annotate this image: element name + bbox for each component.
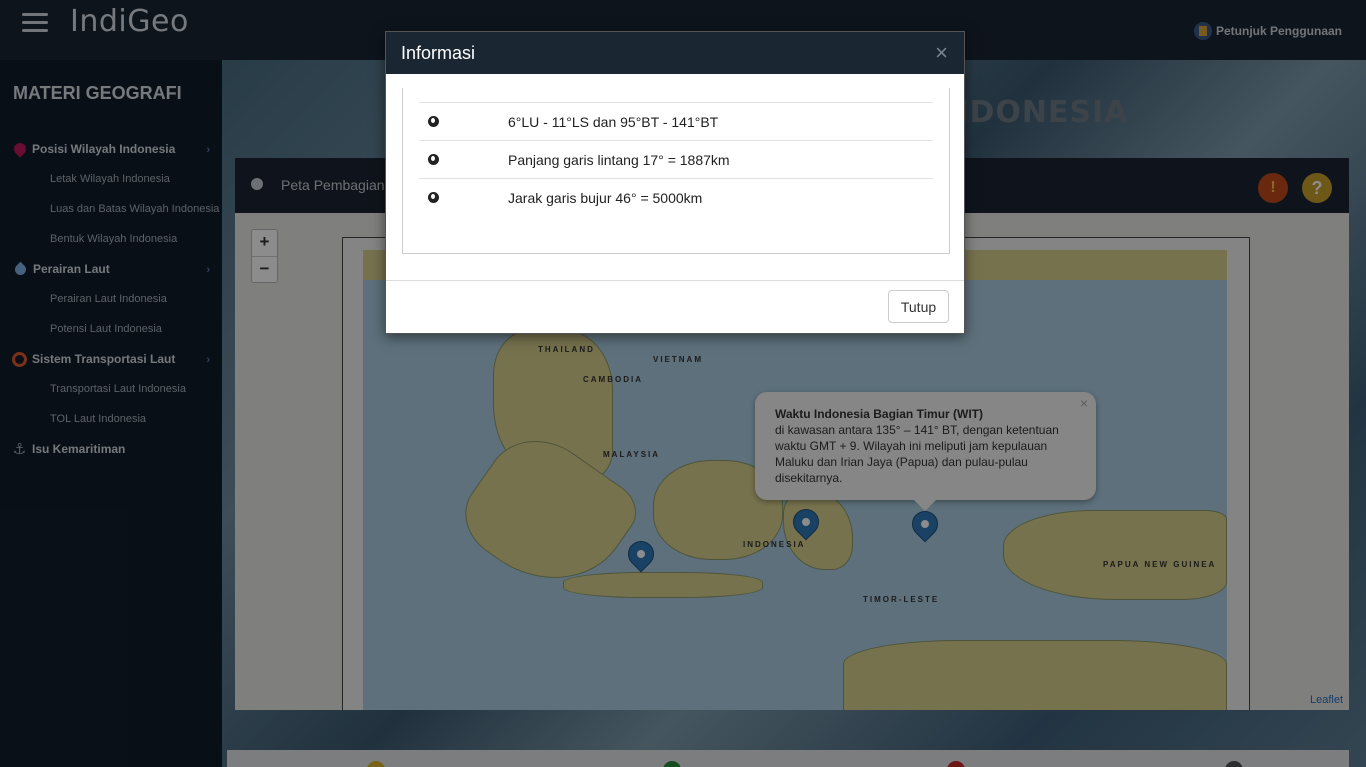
info-row: Jarak garis bujur 46° = 5000km [419, 178, 933, 216]
modal-footer: Tutup [386, 280, 964, 333]
globe-icon [428, 154, 439, 165]
info-modal: Informasi × 6°LU - 11°LS dan 95°BT - 141… [385, 31, 965, 334]
modal-body: 6°LU - 11°LS dan 95°BT - 141°BT Panjang … [402, 88, 950, 254]
info-row-text: 6°LU - 11°LS dan 95°BT - 141°BT [508, 114, 719, 130]
close-icon[interactable]: × [935, 32, 948, 74]
modal-title: Informasi [401, 43, 476, 63]
globe-icon [428, 192, 439, 203]
info-row: Panjang garis lintang 17° = 1887km [419, 140, 933, 178]
info-row-text: Jarak garis bujur 46° = 5000km [508, 190, 703, 206]
globe-icon [428, 116, 439, 127]
modal-header: Informasi × [386, 32, 964, 74]
info-row: 6°LU - 11°LS dan 95°BT - 141°BT [419, 102, 933, 140]
info-row-text: Panjang garis lintang 17° = 1887km [508, 152, 730, 168]
close-button[interactable]: Tutup [888, 290, 949, 323]
